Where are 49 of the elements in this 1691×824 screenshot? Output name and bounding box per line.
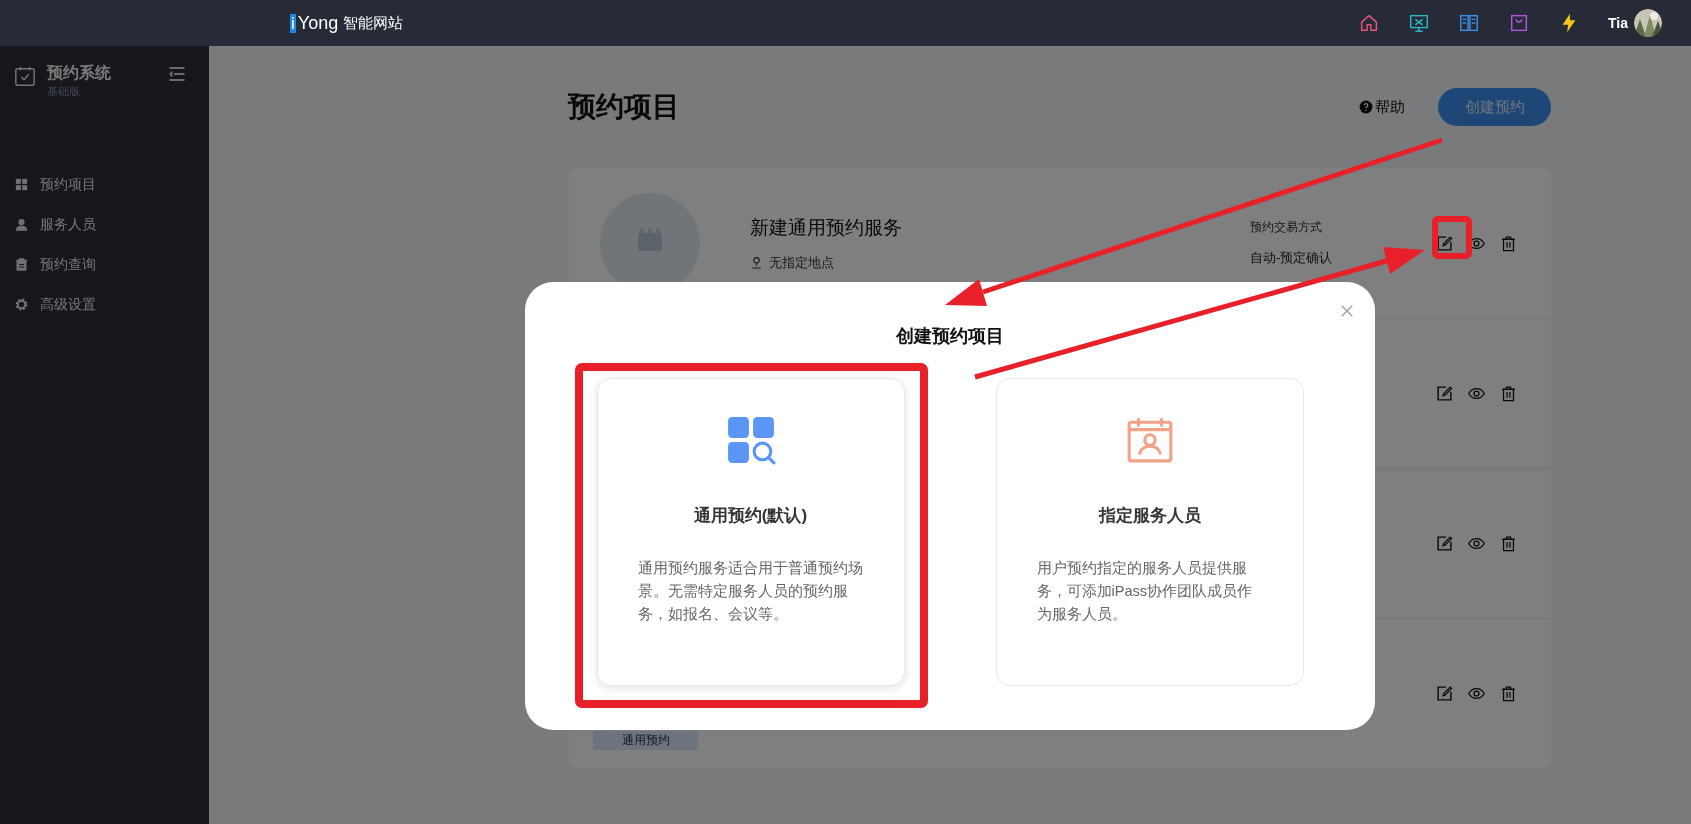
monitor-icon[interactable] — [1408, 12, 1430, 34]
site-name: 智能网站 — [343, 12, 404, 33]
option-title: 通用预约(默认) — [693, 505, 808, 527]
option-card[interactable]: 通用预约(默认) 通用预约服务适合用于普通预约场景。无需特定服务人员的预约服务，如报名、会议等。 — [596, 378, 905, 686]
bag-icon[interactable] — [1508, 12, 1530, 34]
eye-icon[interactable] — [1467, 535, 1486, 552]
person-icon — [14, 216, 29, 232]
gear-icon — [14, 296, 29, 312]
option-card[interactable]: 指定服务人员 用户预约指定的服务人员提供服务，可添加iPass协作团队成员作为服务人员。 — [995, 378, 1304, 686]
grid-search-icon — [725, 415, 776, 465]
trash-icon[interactable] — [1500, 234, 1517, 252]
type-tag: 通用预约 — [593, 730, 698, 750]
logo-mark: i — [290, 13, 296, 33]
modal-title: 创建预约项目 — [896, 325, 1004, 348]
sidebar-title: 预约系统 — [47, 63, 111, 83]
sidebar-item[interactable]: 预约查询 — [0, 244, 209, 284]
trash-icon[interactable] — [1500, 535, 1517, 552]
option-description: 用户预约指定的服务人员提供服务，可添加iPass协作团队成员作为服务人员。 — [1036, 558, 1253, 624]
option-description: 通用预约服务适合用于普通预约场景。无需特定服务人员的预约服务，如报名、会议等。 — [637, 558, 864, 624]
trash-icon[interactable] — [1500, 385, 1517, 402]
option-title: 指定服务人员 — [1098, 505, 1201, 527]
edit-icon[interactable] — [1436, 385, 1453, 402]
eye-icon[interactable] — [1467, 385, 1486, 402]
menu-icon[interactable] — [167, 65, 187, 83]
sidebar-item[interactable]: 服务人员 — [0, 204, 209, 244]
field-label: 预约交易方式 — [1250, 219, 1323, 237]
help-icon — [1359, 100, 1373, 114]
logo-text: Yong — [297, 11, 339, 35]
eye-icon[interactable] — [1467, 685, 1486, 702]
edit-icon[interactable] — [1436, 685, 1453, 702]
field-value: 自动-预定确认 — [1250, 249, 1333, 268]
close-icon[interactable] — [1340, 304, 1354, 318]
trash-icon[interactable] — [1500, 685, 1517, 702]
sidebar-item[interactable]: 预约项目 — [0, 164, 209, 204]
location-pin-icon — [750, 255, 763, 269]
service-title: 新建通用预约服务 — [750, 216, 903, 240]
help-link[interactable]: 帮助 — [1359, 95, 1405, 119]
grid-icon — [14, 176, 29, 192]
page-title: 预约项目 — [568, 90, 680, 124]
highlight-box — [1432, 216, 1472, 259]
location-text: 无指定地点 — [769, 253, 834, 272]
calendar-check-icon — [14, 64, 36, 88]
edit-icon[interactable] — [1436, 535, 1453, 552]
book-icon[interactable] — [1458, 12, 1480, 34]
edit-icon[interactable] — [1436, 234, 1453, 252]
user-name[interactable]: Tia — [1608, 12, 1628, 34]
sidebar-item[interactable]: 高级设置 — [0, 284, 209, 324]
home-icon[interactable] — [1358, 12, 1380, 34]
clipboard-icon — [14, 256, 29, 272]
